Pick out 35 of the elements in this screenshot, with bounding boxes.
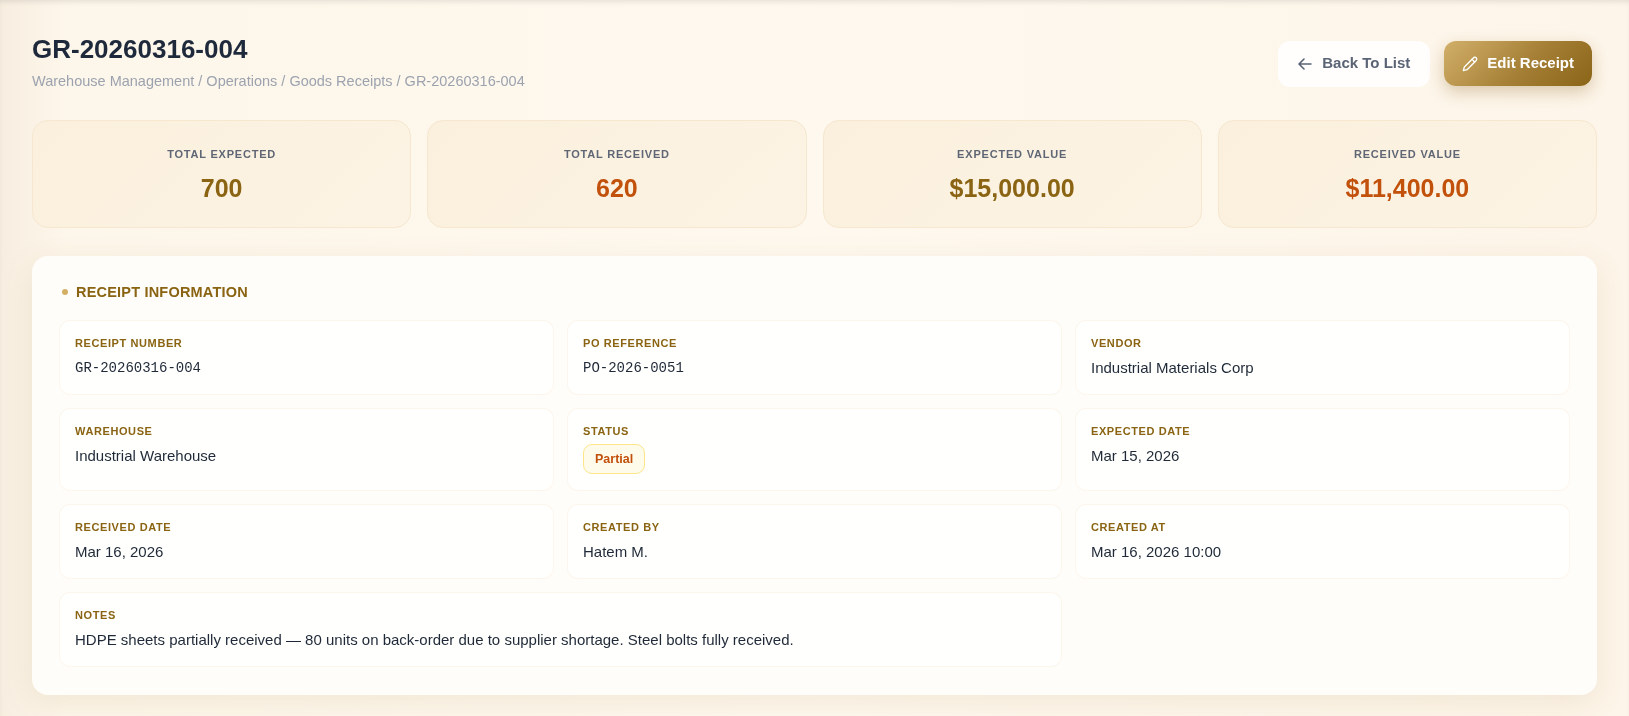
field-value: PO-2026-0051 xyxy=(583,359,684,378)
section-title: RECEIPT INFORMATION xyxy=(76,283,248,302)
back-to-list-button[interactable]: Back To List xyxy=(1278,40,1431,87)
field-label: RECEIVED DATE xyxy=(75,520,172,534)
field-label: STATUS xyxy=(583,424,629,438)
field-value: Mar 15, 2026 xyxy=(1091,446,1180,466)
field-label: PO REFERENCE xyxy=(583,336,677,350)
field-label: CREATED BY xyxy=(583,520,660,534)
stat-label: TOTAL RECEIVED xyxy=(563,147,670,161)
field-label: VENDOR xyxy=(1091,336,1142,350)
stat-value: 620 xyxy=(596,173,638,203)
field-value: Mar 16, 2026 xyxy=(75,542,164,562)
field-label: EXPECTED DATE xyxy=(1091,424,1191,438)
field-label: RECEIPT NUMBER xyxy=(75,336,183,350)
field-value: Industrial Materials Corp xyxy=(1091,358,1254,378)
field-label: NOTES xyxy=(75,608,116,622)
field-value: Hatem M. xyxy=(583,542,648,562)
field-label: WAREHOUSE xyxy=(75,424,153,438)
arrow-left-icon xyxy=(1298,57,1313,70)
stat-label: EXPECTED VALUE xyxy=(957,147,1068,161)
field-label: CREATED AT xyxy=(1091,520,1166,534)
field-value: Mar 16, 2026 10:00 xyxy=(1091,542,1222,562)
stat-label: RECEIVED VALUE xyxy=(1353,147,1461,161)
stat-label: TOTAL EXPECTED xyxy=(167,147,277,161)
edit-receipt-button[interactable]: Edit Receipt xyxy=(1444,41,1592,86)
pencil-icon xyxy=(1462,55,1479,72)
notes-text: HDPE sheets partially received — 80 units on back-order due to supplier shortage. Steel bolts fully received. xyxy=(75,630,794,650)
stat-value: 700 xyxy=(200,173,243,203)
field-value: GR-20260316-004 xyxy=(75,359,202,378)
page-title: GR-20260316-004 xyxy=(32,33,249,65)
status-badge: Partial xyxy=(583,444,646,474)
stat-value: $11,400.00 xyxy=(1345,173,1470,203)
breadcrumb[interactable]: Warehouse Management / Operations / Goods Receipts / GR-20260316-004 xyxy=(32,71,525,91)
stat-value: $15,000.00 xyxy=(949,173,1075,203)
field-value: Industrial Warehouse xyxy=(75,446,217,466)
